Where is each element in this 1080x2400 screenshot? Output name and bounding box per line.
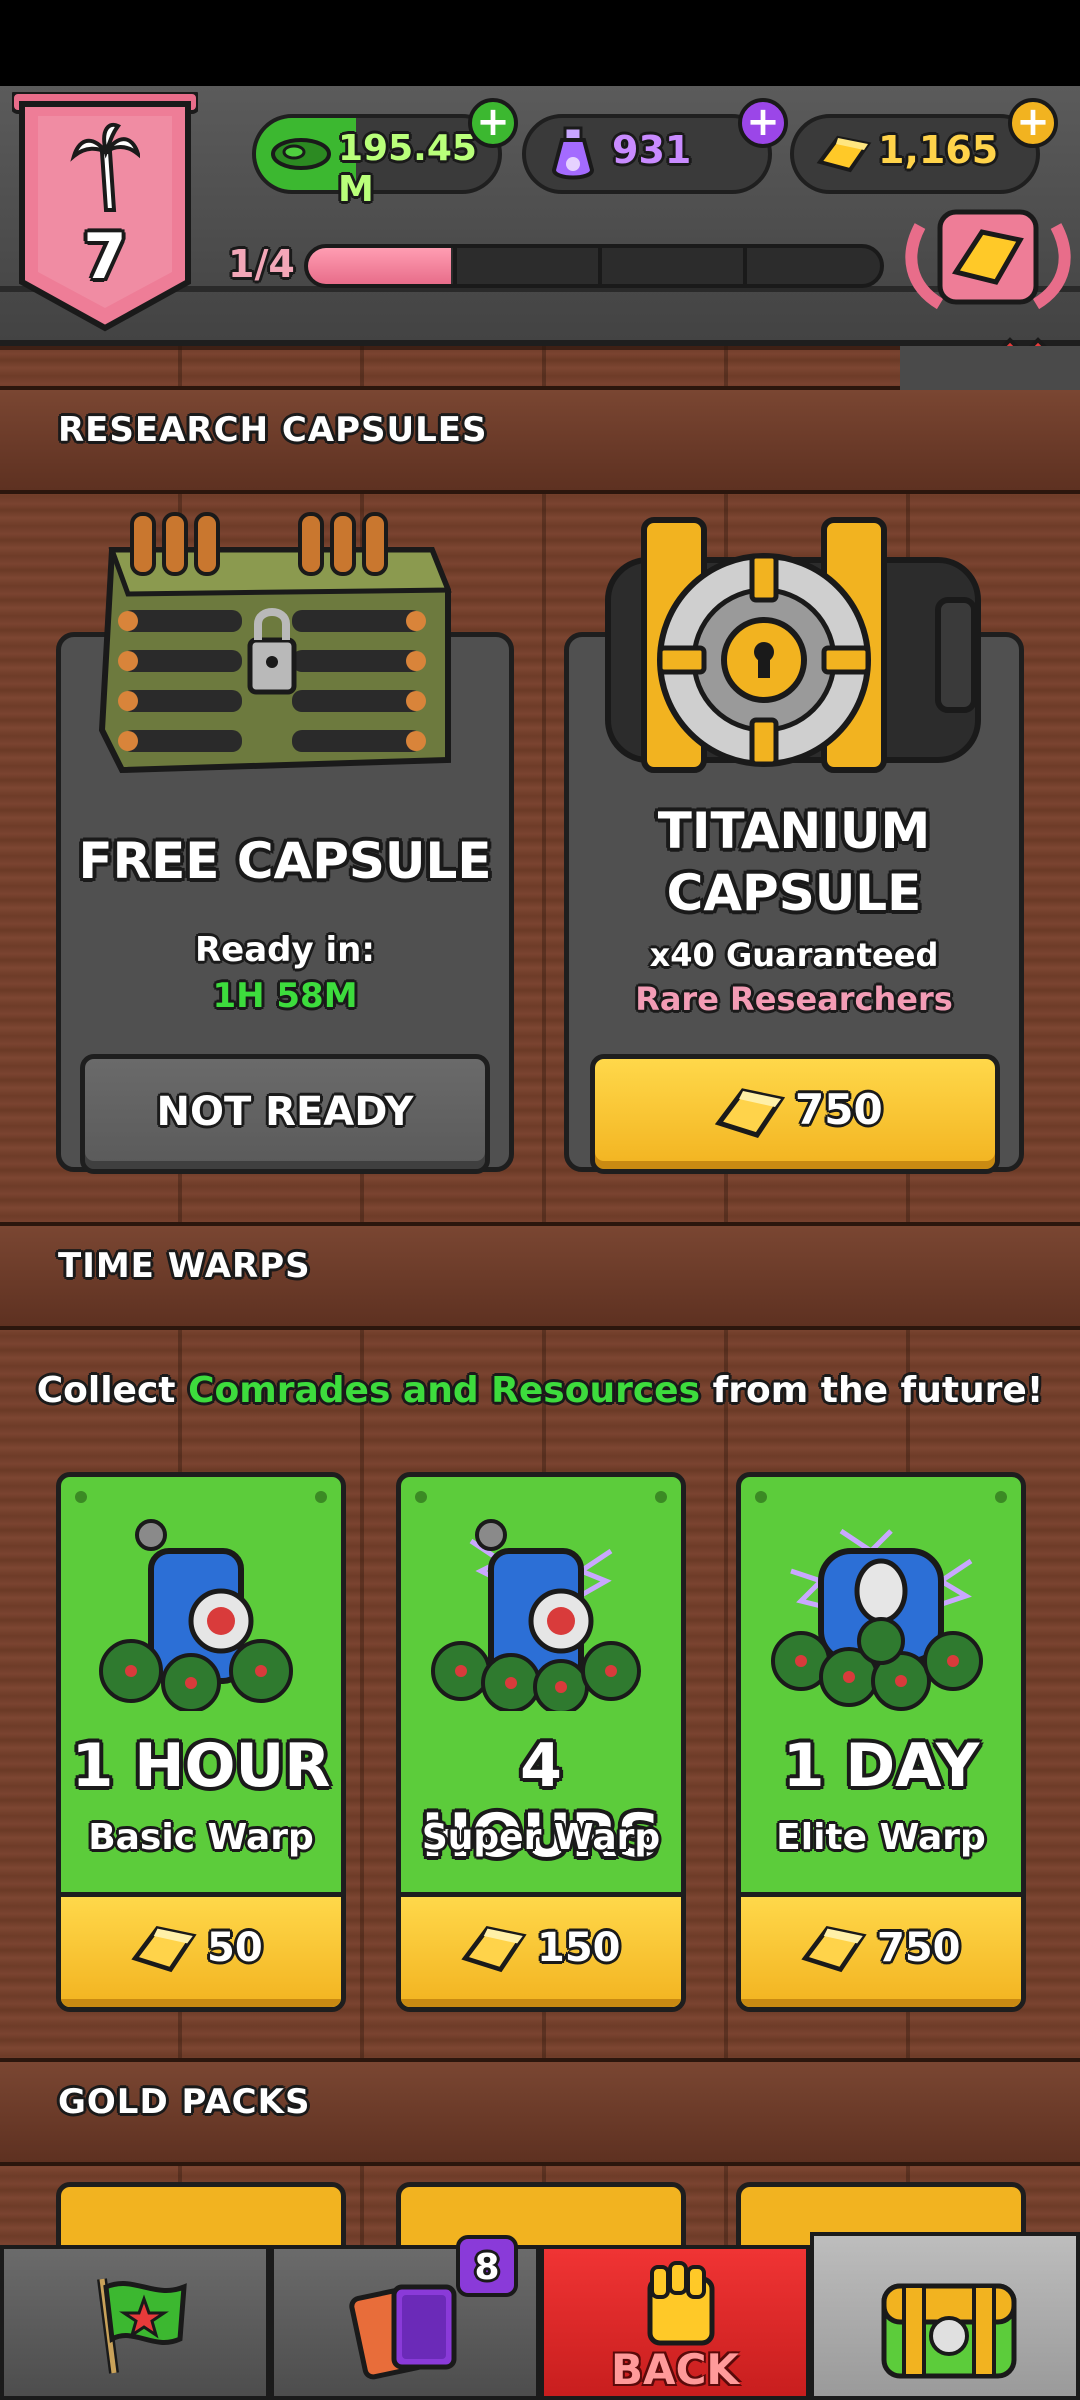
ammo-crate-image (92, 490, 468, 790)
potion-icon (551, 126, 595, 180)
cash-counter[interactable]: 195.45 M (252, 114, 502, 210)
treasure-chest-icon (881, 2283, 1017, 2379)
free-capsule-timer: 1H 58M (212, 976, 358, 1016)
add-potion-button[interactable]: + (738, 98, 788, 148)
gold-bar-icon (801, 1925, 867, 1973)
gold-bar-icon (461, 1925, 527, 1973)
potion-counter[interactable]: 931 (522, 114, 772, 194)
warp-card-super[interactable]: 4 HOURS Super Warp 150 (396, 1472, 686, 2012)
level-banner[interactable]: 7 (10, 90, 200, 336)
free-capsule-name: FREE CAPSULE (78, 832, 492, 890)
progress-reward[interactable] (900, 206, 1076, 316)
flag-icon (97, 2278, 187, 2374)
subtitle-part-c: from the future! (712, 1370, 1044, 1411)
potion-value: 931 (612, 128, 692, 172)
titanium-capsule-name: TITANIUM CAPSULE (564, 800, 1024, 924)
free-capsule-ready-label: Ready in: (195, 930, 375, 970)
cash-icon (271, 138, 331, 170)
warp-super-price: 150 (537, 1925, 621, 1971)
warp-card-elite[interactable]: 1 DAY Elite Warp 750 (736, 1472, 1026, 2012)
warp-elite-name: Elite Warp (776, 1817, 986, 1858)
fist-icon (647, 2261, 715, 2346)
level-number: 7 (83, 220, 127, 293)
titanium-price: 750 (795, 1085, 883, 1134)
not-ready-button[interactable]: NOT READY (80, 1054, 490, 1174)
timewarps-subtitle: Collect Comrades and Resources from the … (0, 1370, 1080, 1411)
gold-bar-icon (715, 1088, 785, 1138)
warp-card-basic[interactable]: 1 HOUR Basic Warp 50 (56, 1472, 346, 2012)
nav-tab-map[interactable] (0, 2245, 270, 2400)
progress-bar (304, 244, 884, 288)
nav-back-button[interactable]: BACK (540, 2245, 810, 2400)
back-label: BACK (611, 2345, 739, 2394)
add-gold-button[interactable]: + (1008, 98, 1058, 148)
subtitle-part-b: Comrades and Resources (188, 1370, 701, 1411)
not-ready-label: NOT READY (156, 1089, 414, 1135)
titanium-desc-line2: Rare Researchers (635, 980, 953, 1018)
timewarps-title: TIME WARPS (58, 1246, 311, 1286)
warp-elite-price: 750 (877, 1925, 961, 1971)
titanium-desc-line1: x40 Guaranteed (649, 936, 939, 974)
cards-icon (349, 2284, 457, 2380)
warp-super-buy-button[interactable]: 150 (401, 1892, 681, 2007)
gold-value: 1,165 (878, 128, 999, 172)
nav-tab-cards[interactable]: 8 (270, 2235, 540, 2400)
titanium-vault-image (594, 500, 994, 790)
warp-elite-duration: 1 DAY (782, 1731, 980, 1801)
time-machine-icon (431, 1519, 641, 1711)
time-machine-icon (771, 1528, 983, 1711)
titanium-name-line1: TITANIUM (657, 802, 931, 860)
titanium-name-line2: CAPSULE (666, 864, 922, 922)
cards-badge-count: 8 (474, 2247, 500, 2288)
cards-badge: 8 (456, 2235, 518, 2297)
palm-tree-icon (70, 122, 140, 212)
gold-bar-icon (131, 1925, 197, 1973)
goldpacks-title: GOLD PACKS (58, 2082, 311, 2122)
warp-basic-name: Basic Warp (88, 1817, 314, 1858)
subtitle-part-a: Collect (36, 1370, 176, 1411)
nav-tab-shop[interactable] (810, 2232, 1080, 2400)
progress-label: 1/4 (228, 242, 295, 286)
warp-basic-buy-button[interactable]: 50 (61, 1892, 341, 2007)
progress-fill (308, 248, 451, 284)
warp-super-name: Super Warp (421, 1817, 661, 1858)
warp-basic-duration: 1 HOUR (71, 1731, 331, 1801)
add-cash-button[interactable]: + (468, 98, 518, 148)
research-title: RESEARCH CAPSULES (58, 410, 488, 450)
gold-counter[interactable]: 1,165 (790, 114, 1040, 194)
warp-elite-buy-button[interactable]: 750 (741, 1892, 1021, 2007)
warp-basic-price: 50 (207, 1925, 263, 1971)
time-machine-icon (99, 1519, 293, 1711)
titanium-buy-button[interactable]: 750 (590, 1054, 1000, 1174)
gold-bar-icon (816, 135, 872, 173)
